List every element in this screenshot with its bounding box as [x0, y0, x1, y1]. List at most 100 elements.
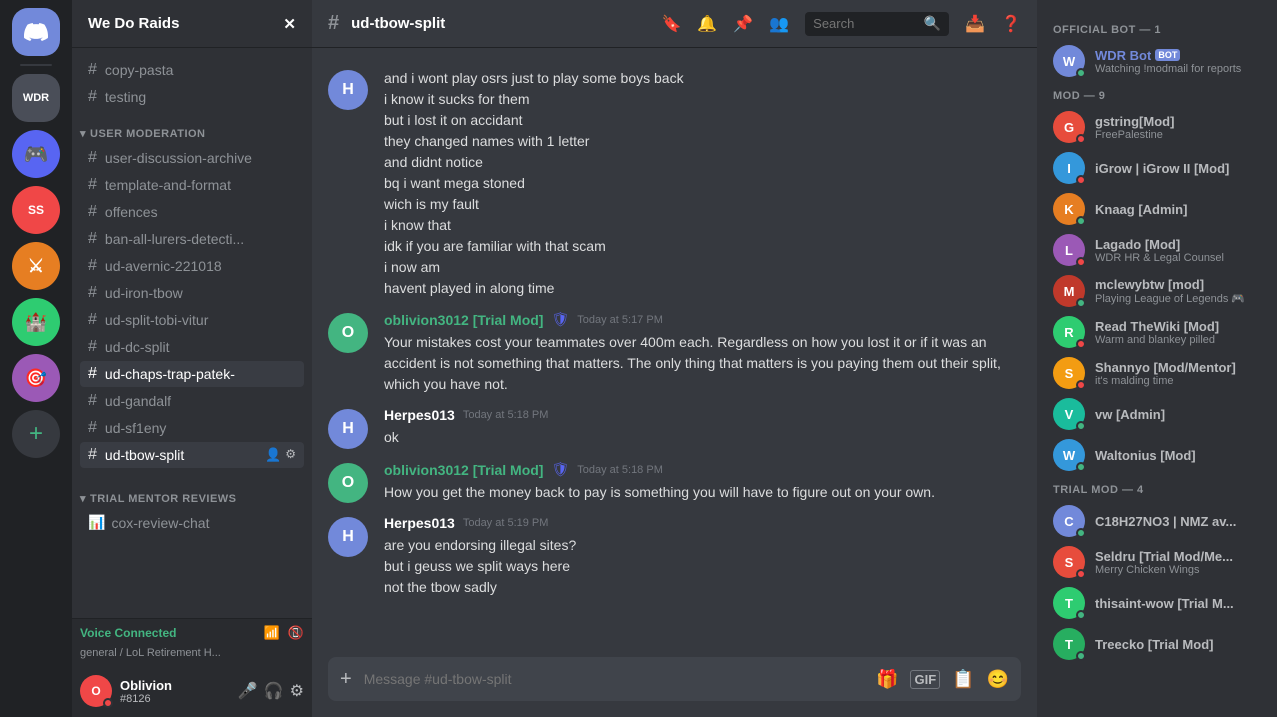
server-5[interactable]: 🏰 — [12, 298, 60, 346]
inbox-icon[interactable]: 📥 — [965, 14, 985, 34]
message-timestamp: Today at 5:18 PM — [463, 409, 549, 421]
member-item-wdr-bot[interactable]: W WDR Bot BOT Watching !modmail for repo… — [1045, 41, 1269, 81]
hash-icon: # — [88, 284, 97, 302]
member-item-c18h27no3[interactable]: C C18H27NO3 | NMZ av... — [1045, 501, 1269, 541]
members-icon[interactable]: 👥 — [769, 14, 789, 34]
status-indicator — [103, 698, 113, 708]
gift-icon[interactable]: 🎁 — [876, 669, 898, 690]
channel-item-ud-iron-tbow[interactable]: # ud-iron-tbow — [80, 280, 304, 306]
member-name: gstring[Mod] — [1095, 114, 1261, 129]
member-info: iGrow | iGrow II [Mod] — [1095, 161, 1261, 176]
channel-item-ud-sf1eny[interactable]: # ud-sf1eny — [80, 415, 304, 441]
settings-icon[interactable]: ⚙ — [290, 681, 304, 701]
member-item-knaag[interactable]: K Knaag [Admin] — [1045, 189, 1269, 229]
member-status: Playing League of Legends 🎮 — [1095, 292, 1261, 305]
channel-name: ud-dc-split — [105, 339, 296, 355]
discord-home-button[interactable] — [12, 8, 60, 56]
help-icon[interactable]: ❓ — [1001, 14, 1021, 34]
add-attachment-button[interactable]: + — [340, 668, 352, 691]
gear-icon[interactable]: ⚙ — [285, 447, 296, 463]
hashtag-icon[interactable]: 🔖 — [661, 14, 681, 34]
member-info: gstring[Mod] FreePalestine — [1095, 114, 1261, 141]
channel-item-template-and-format[interactable]: # template-and-format — [80, 172, 304, 198]
member-item-treecko[interactable]: T Treecko [Trial Mod] — [1045, 624, 1269, 664]
message-header: Herpes013 Today at 5:18 PM — [384, 407, 1021, 423]
channel-item-user-discussion-archive[interactable]: # user-discussion-archive — [80, 145, 304, 171]
microphone-icon[interactable]: 🎤 — [238, 681, 258, 701]
member-avatar: S — [1053, 357, 1085, 389]
hash-icon: # — [88, 61, 97, 79]
member-item-shannyo[interactable]: S Shannyo [Mod/Mentor] it's malding time — [1045, 353, 1269, 393]
sticker-icon[interactable]: 📋 — [952, 669, 974, 690]
member-item-gstring[interactable]: G gstring[Mod] FreePalestine — [1045, 107, 1269, 147]
channel-item-ud-avernic[interactable]: # ud-avernic-221018 — [80, 253, 304, 279]
member-item-lagado[interactable]: L Lagado [Mod] WDR HR & Legal Counsel — [1045, 230, 1269, 270]
member-name: mclewybtw [mod] — [1095, 277, 1261, 292]
hash-icon: # — [88, 338, 97, 356]
server-header[interactable]: We Do Raids ✕ — [72, 0, 312, 48]
message-content: oblivion3012 [Trial Mod] 🛡 Today at 5:17… — [384, 311, 1021, 395]
server-6[interactable]: 🎯 — [12, 354, 60, 402]
server-3[interactable]: SS — [12, 186, 60, 234]
add-member-icon[interactable]: 👤 — [265, 447, 281, 463]
voice-disconnect-icon[interactable]: 📵 — [288, 625, 304, 641]
channel-item-ud-dc-split[interactable]: # ud-dc-split — [80, 334, 304, 360]
server-2[interactable]: 🎮 — [12, 130, 60, 178]
member-item-thisaint-wow[interactable]: T thisaint-wow [Trial M... — [1045, 583, 1269, 623]
channel-name: offences — [105, 204, 296, 220]
member-status: Watching !modmail for reports — [1095, 63, 1261, 75]
status-indicator — [1076, 651, 1086, 661]
member-item-seldru[interactable]: S Seldru [Trial Mod/Me... Merry Chicken … — [1045, 542, 1269, 582]
category-trial-mentor-reviews[interactable]: ▾ TRIAL MENTOR REVIEWS — [72, 476, 312, 509]
member-name: Waltonius [Mod] — [1095, 448, 1261, 463]
channel-list: # copy-pasta # testing ▾ USER MODERATION… — [72, 48, 312, 618]
emoji-icon[interactable]: 😊 — [987, 669, 1009, 690]
member-info: Read TheWiki [Mod] Warm and blankey pill… — [1095, 319, 1261, 346]
message-text: i know that — [384, 215, 1021, 236]
message-text: idk if you are familiar with that scam — [384, 236, 1021, 257]
gif-icon[interactable]: GIF — [910, 670, 940, 689]
search-bar[interactable]: 🔍 — [805, 12, 949, 36]
member-item-vw[interactable]: V vw [Admin] — [1045, 394, 1269, 434]
voice-settings-icon[interactable]: 📶 — [264, 625, 280, 641]
message-header: Herpes013 Today at 5:19 PM — [384, 515, 1021, 531]
category-user-moderation[interactable]: ▾ USER MODERATION — [72, 111, 312, 144]
channel-item-ban-all-lurers[interactable]: # ban-all-lurers-detecti... — [80, 226, 304, 252]
message-input[interactable] — [364, 659, 864, 699]
channel-item-ud-tbow-split[interactable]: # ud-tbow-split 👤 ⚙ — [80, 442, 304, 468]
channel-item-ud-split-tobi-vitur[interactable]: # ud-split-tobi-vitur — [80, 307, 304, 333]
member-item-readthewiki[interactable]: R Read TheWiki [Mod] Warm and blankey pi… — [1045, 312, 1269, 352]
hash-icon: # — [88, 311, 97, 329]
member-name: iGrow | iGrow II [Mod] — [1095, 161, 1261, 176]
channel-item-testing[interactable]: # testing — [80, 84, 304, 110]
headset-icon[interactable]: 🎧 — [264, 681, 284, 701]
channel-name: testing — [105, 89, 296, 105]
server-4[interactable]: ⚔ — [12, 242, 60, 290]
member-item-igrow[interactable]: I iGrow | iGrow II [Mod] — [1045, 148, 1269, 188]
bot-badge: BOT — [1155, 49, 1180, 61]
pin-icon[interactable]: 📌 — [733, 14, 753, 34]
hash-icon: # — [88, 365, 97, 383]
chevron-icon: ▾ — [80, 127, 86, 140]
search-input[interactable] — [813, 16, 918, 31]
bell-icon[interactable]: 🔔 — [697, 14, 717, 34]
member-info: WDR Bot BOT Watching !modmail for report… — [1095, 48, 1261, 75]
status-indicator — [1076, 257, 1086, 267]
server-we-do-raids[interactable]: WDR — [12, 74, 60, 122]
chevron-icon: ▾ — [80, 492, 86, 505]
voice-connected-label: Voice Connected — [80, 626, 176, 640]
server-name: We Do Raids — [88, 15, 179, 32]
hash-icon: # — [88, 203, 97, 221]
member-item-mclewybtw[interactable]: M mclewybtw [mod] Playing League of Lege… — [1045, 271, 1269, 311]
message-input-box: + 🎁 GIF 📋 😊 — [328, 657, 1021, 701]
channel-item-cox-review-chat[interactable]: 📊 cox-review-chat — [80, 510, 304, 535]
message-input-area: + 🎁 GIF 📋 😊 — [312, 657, 1037, 717]
message-text: not the tbow sadly — [384, 577, 1021, 598]
channel-item-ud-chaps-trap-patek[interactable]: # ud-chaps-trap-patek- — [80, 361, 304, 387]
channel-item-copy-pasta[interactable]: # copy-pasta — [80, 57, 304, 83]
add-server-button[interactable]: + — [12, 410, 60, 458]
channel-item-ud-gandalf[interactable]: # ud-gandalf — [80, 388, 304, 414]
member-name: Knaag [Admin] — [1095, 202, 1261, 217]
channel-item-offences[interactable]: # offences — [80, 199, 304, 225]
member-item-waltonius[interactable]: W Waltonius [Mod] — [1045, 435, 1269, 475]
